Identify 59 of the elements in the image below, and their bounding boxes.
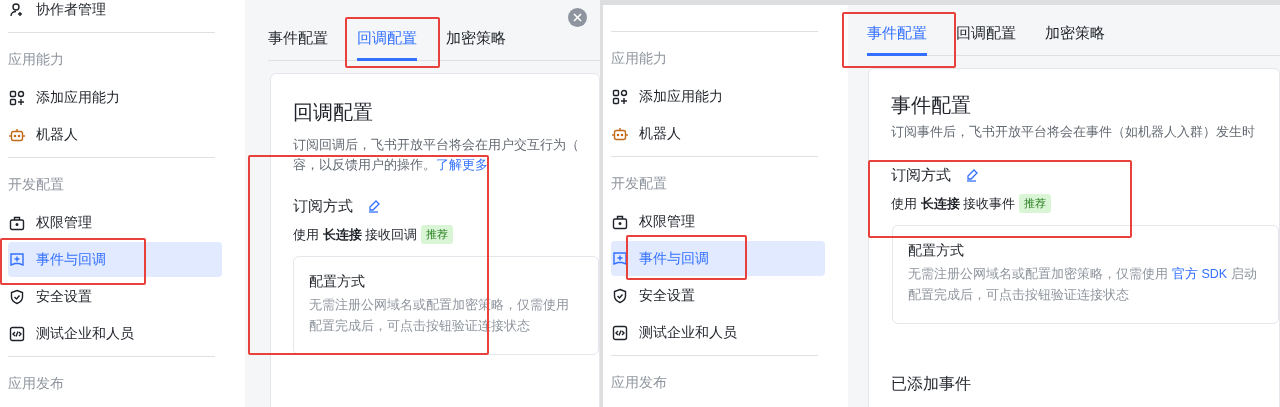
briefcase-icon (612, 213, 628, 230)
sidebar-item[interactable]: 测试企业和人员 (8, 316, 222, 351)
subscription-label: 订阅方式 (293, 196, 353, 216)
recommended-badge: 推荐 (1019, 194, 1052, 213)
sidebar-item[interactable]: 事件与回调 (611, 241, 825, 276)
sidebar-item[interactable]: 协作者管理 (8, 0, 222, 27)
grid-plus-icon (9, 89, 25, 106)
edit-icon[interactable] (965, 168, 979, 183)
edit-icon[interactable] (367, 199, 381, 214)
sdk-link[interactable]: 官方 SDK (1172, 264, 1228, 285)
robot-icon (612, 125, 628, 142)
section-title: 应用发布 (611, 372, 667, 392)
tab[interactable]: 加密策略 (1045, 17, 1105, 56)
config-title: 配置方式 (309, 272, 366, 291)
briefcase-icon (9, 214, 25, 231)
section-heading: 已添加事件 (891, 374, 972, 394)
tab[interactable]: 事件配置 (268, 22, 328, 61)
sidebar-item[interactable]: 测试企业和人员 (611, 315, 825, 350)
code-icon (9, 325, 25, 342)
sidebar-item[interactable]: 机器人 (611, 116, 825, 151)
sidebar-item[interactable]: 事件与回调 (8, 242, 222, 277)
sidebar-item[interactable]: 安全设置 (611, 278, 825, 313)
user-plus-icon (9, 1, 25, 18)
subscription-value: 使用 长连接 接收回调 (293, 225, 418, 244)
recommended-badge: 推荐 (421, 225, 454, 244)
section-title: 应用能力 (8, 49, 64, 69)
tab[interactable]: 回调配置 (357, 22, 417, 61)
subscription-label: 订阅方式 (891, 165, 951, 185)
section-title: 应用发布 (8, 373, 64, 393)
description-text: 订阅事件后，飞书开放平台将会在事件（如机器人入群）发生时 (891, 125, 1255, 139)
config-text: 启动 (1231, 266, 1258, 283)
grid-plus-icon (612, 88, 628, 105)
section-title: 应用能力 (611, 48, 667, 68)
tab[interactable]: 加密策略 (446, 22, 506, 61)
card-title: 事件配置 (891, 93, 972, 118)
section-title: 开发配置 (611, 173, 667, 193)
description-text: 订阅回调后，飞书开放平台将会在用户交互行为（ (293, 138, 579, 152)
sidebar-item[interactable]: 添加应用能力 (611, 79, 825, 114)
tab[interactable]: 回调配置 (956, 17, 1016, 56)
sidebar-item[interactable]: 机器人 (8, 117, 222, 152)
shield-check-icon (612, 287, 628, 304)
config-text: 无需注册公网域名或配置加密策略，仅需使用 (908, 266, 1168, 283)
description-text: 容，以反馈用户的操作。 (293, 158, 436, 172)
sidebar-item[interactable]: 安全设置 (8, 279, 222, 314)
shield-check-icon (9, 288, 25, 305)
close-button[interactable] (568, 8, 587, 27)
learn-more-link[interactable]: 了解更多 (436, 158, 488, 172)
robot-icon (9, 126, 25, 143)
sidebar-item[interactable]: 添加应用能力 (8, 80, 222, 115)
close-icon (573, 13, 582, 22)
code-icon (612, 324, 628, 341)
subscription-value: 使用 长连接 接收事件 (891, 194, 1016, 213)
tab[interactable]: 事件配置 (867, 17, 927, 56)
section-title: 开发配置 (8, 174, 64, 194)
sidebar-item[interactable]: 权限管理 (8, 205, 222, 240)
config-text: 配置完成后，可点击按钮验证连接状态 (908, 287, 1129, 304)
sidebar-item[interactable]: 权限管理 (611, 204, 825, 239)
config-title: 配置方式 (908, 241, 965, 260)
card-title: 回调配置 (293, 100, 374, 125)
